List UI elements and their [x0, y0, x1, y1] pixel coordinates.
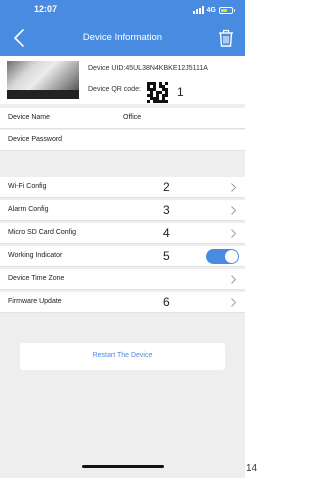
nav-bar: Device Information [0, 20, 245, 56]
row-device-name[interactable]: Device Name Office [0, 108, 245, 129]
row-device-password[interactable]: Device Password [0, 130, 245, 151]
chevron-right-icon [231, 275, 236, 284]
row-label: Device Name [8, 114, 51, 121]
row-working-indicator: Working Indicator 5 [0, 246, 245, 267]
qr-code-label: Device QR code: [88, 86, 141, 93]
network-type: 4G [206, 6, 216, 14]
trash-icon [219, 29, 233, 47]
device-info-card: Device UID:45UL38N4KBKE12J5111A Device Q… [0, 56, 245, 104]
toggle-knob [225, 250, 238, 263]
chevron-right-icon [231, 183, 236, 192]
page-title: Device Information [82, 32, 163, 43]
delete-device-button[interactable] [215, 27, 237, 49]
home-indicator[interactable] [82, 465, 164, 468]
annotation-6: 6 [163, 295, 170, 309]
chevron-right-icon [231, 206, 236, 215]
row-alarm-config[interactable]: Alarm Config 3 [0, 200, 245, 221]
row-label: Working Indicator [8, 252, 63, 259]
row-wifi-config[interactable]: Wi-Fi Config 2 [0, 177, 245, 198]
app-screen: 12:07 4G Device Information Device UID:4… [0, 0, 245, 478]
device-name-value: Office [123, 114, 142, 121]
status-bar: 12:07 4G [0, 0, 245, 20]
annotation-1: 1 [177, 85, 184, 99]
device-thumbnail [7, 61, 79, 99]
annotation-2: 2 [163, 180, 170, 194]
battery-icon [219, 6, 235, 14]
annotation-4: 4 [163, 226, 170, 240]
row-sd-card-config[interactable]: Micro SD Card Config 4 [0, 223, 245, 244]
restart-label: Restart The Device [92, 352, 153, 359]
working-indicator-toggle[interactable] [206, 249, 239, 264]
row-label: Device Password [8, 136, 63, 143]
annotation-5: 5 [163, 249, 170, 263]
row-time-zone[interactable]: Device Time Zone [0, 269, 245, 290]
qr-code-icon[interactable] [147, 82, 168, 103]
row-label: Firmware Update [8, 298, 62, 305]
signal-icon [192, 6, 204, 14]
device-uid: Device UID:45UL38N4KBKE12J5111A [88, 65, 208, 72]
row-label: Micro SD Card Config [8, 229, 77, 236]
chevron-right-icon [231, 229, 236, 238]
annotation-3: 3 [163, 203, 170, 217]
status-indicators: 4G [192, 5, 235, 15]
status-time: 12:07 [34, 4, 58, 14]
row-label: Wi-Fi Config [8, 183, 47, 190]
row-label: Device Time Zone [8, 275, 65, 282]
restart-device-button[interactable]: Restart The Device [20, 343, 225, 370]
row-firmware-update[interactable]: Firmware Update 6 [0, 292, 245, 313]
chevron-right-icon [231, 298, 236, 307]
page-number: 14 [246, 463, 258, 474]
row-label: Alarm Config [8, 206, 49, 213]
